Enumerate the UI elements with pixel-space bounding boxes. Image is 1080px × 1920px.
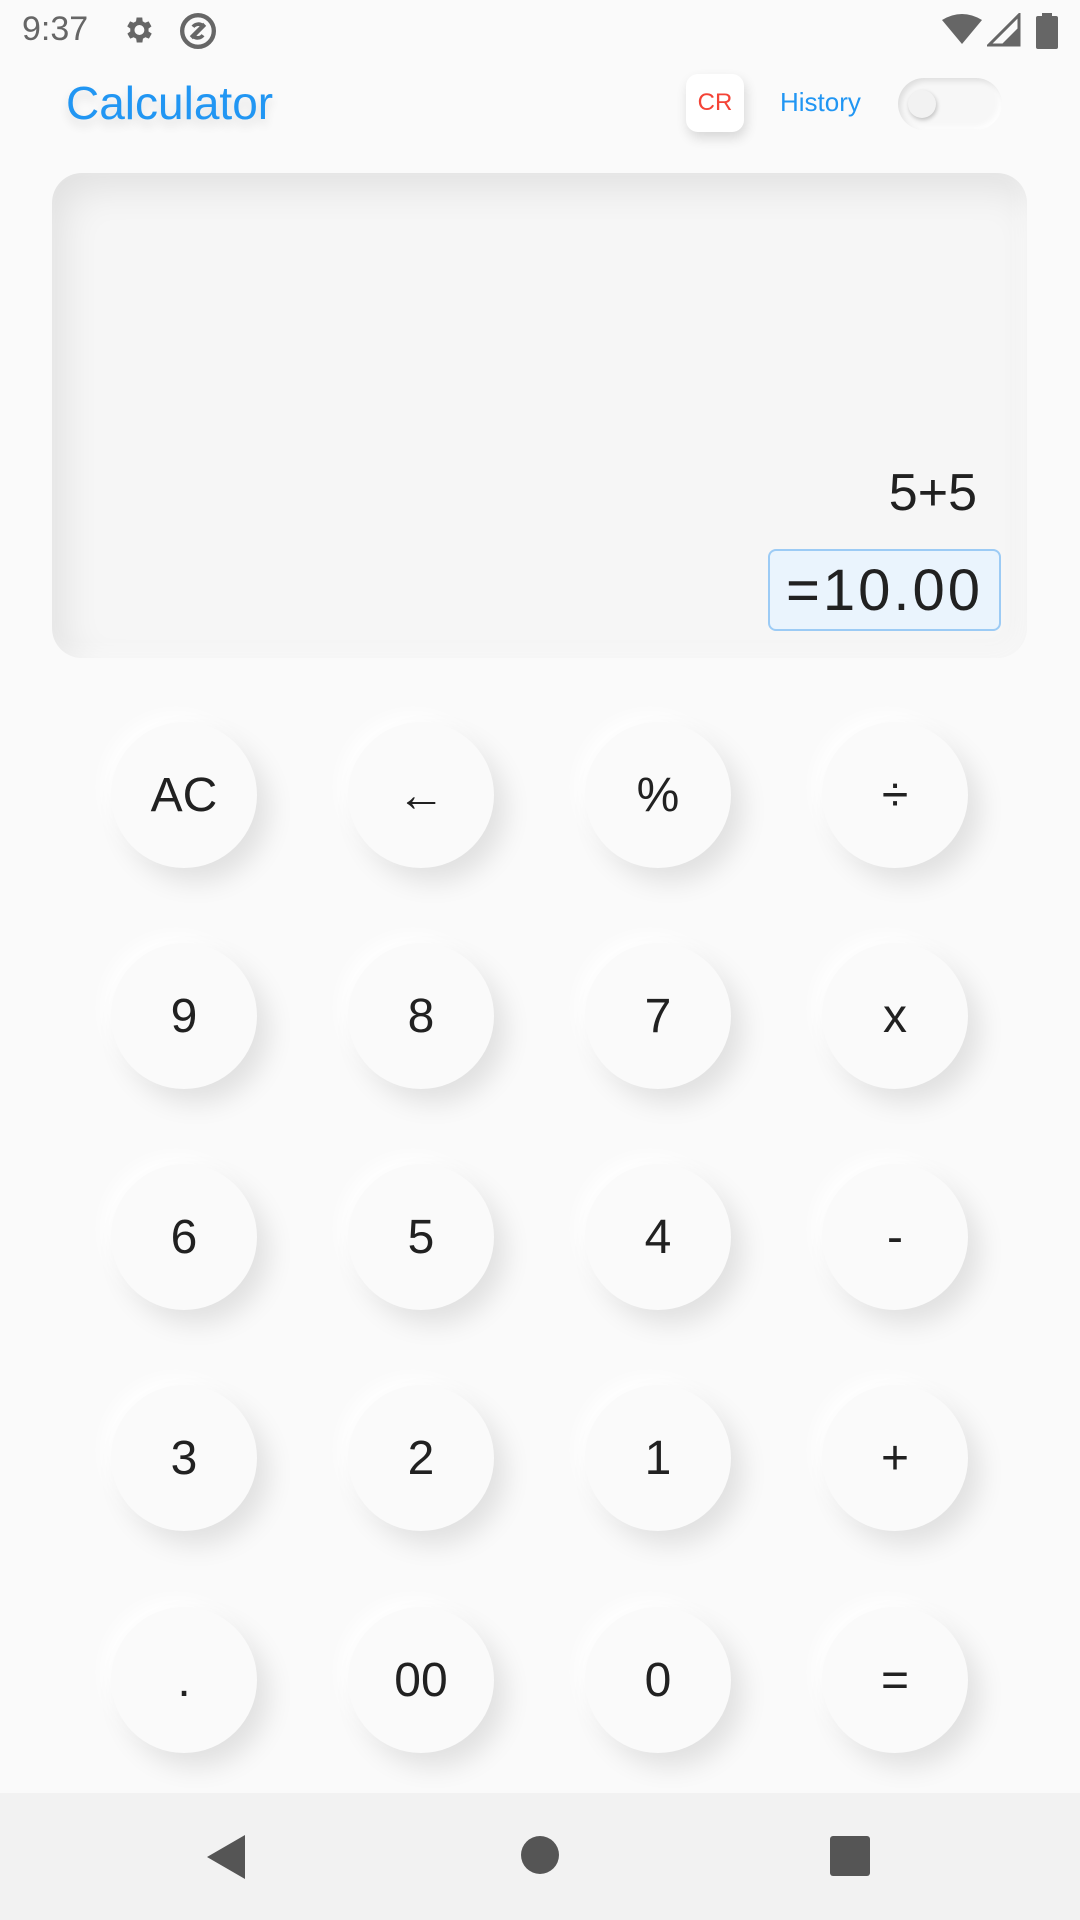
app-title: Calculator [66,77,274,129]
history-toggle-knob [908,90,936,118]
key-label: % [636,768,680,822]
status-bar: 9:37 [0,0,1080,62]
key-label: 00 [394,1653,448,1707]
calculator-screen: 9:37 Calculator CR History 5+5 = 10.00 AC… [0,0,1080,1920]
key-1[interactable]: 1 [585,1385,731,1531]
history-label: History [780,87,861,117]
result-text: =10.00 [767,549,1001,631]
key-label: = [880,1653,910,1707]
key-minus[interactable]: - [822,1164,968,1310]
status-time: 9:37 [22,10,89,48]
key-8[interactable]: 8 [348,943,494,1089]
key-2[interactable]: 2 [348,1385,494,1531]
key-backspace[interactable]: ← [348,722,494,868]
key-6[interactable]: 6 [111,1164,257,1310]
wifi-icon [942,14,982,44]
key-double-zero[interactable]: 00 [348,1607,494,1753]
recents-icon[interactable] [830,1836,870,1876]
key-label: ÷ [881,768,909,822]
key-label: 7 [644,989,672,1043]
key-clear[interactable]: AC [111,722,257,868]
key-label: 3 [170,1431,198,1485]
display-panel: 5+5 =10.00 [52,173,1027,658]
key-5[interactable]: 5 [348,1164,494,1310]
signal-icon [987,13,1021,47]
key-label: . [177,1653,191,1707]
key-label: 6 [170,1210,198,1264]
key-4[interactable]: 4 [585,1164,731,1310]
key-label: 0 [644,1653,672,1707]
key-decimal[interactable]: . [111,1607,257,1753]
key-label: 5 [407,1210,435,1264]
key-label: 1 [644,1431,672,1485]
key-label: + [880,1431,910,1485]
navigation-bar [0,1793,1080,1920]
home-icon[interactable] [520,1835,560,1875]
key-plus[interactable]: + [822,1385,968,1531]
key-7[interactable]: 7 [585,943,731,1089]
key-divide[interactable]: ÷ [822,722,968,868]
history-toggle[interactable] [898,78,1002,130]
no-sync-icon [180,13,216,49]
key-label: x [883,989,907,1043]
gear-icon [127,17,152,43]
battery-icon [1036,13,1058,49]
key-label: - [887,1210,903,1264]
key-label: 9 [170,989,198,1043]
expression-text: 5+5 [888,464,977,522]
key-label: 2 [407,1431,435,1485]
key-multiply[interactable]: x [822,943,968,1089]
key-percent[interactable]: % [585,722,731,868]
cr-button[interactable]: CR [686,74,744,132]
key-label: AC [150,768,218,822]
key-equals[interactable]: = [822,1607,968,1753]
back-icon[interactable] [205,1833,247,1881]
key-0[interactable]: 0 [585,1607,731,1753]
key-label: ← [397,768,445,822]
key-label: 8 [407,989,435,1043]
key-9[interactable]: 9 [111,943,257,1089]
cr-button-label: CR [697,89,733,116]
key-3[interactable]: 3 [111,1385,257,1531]
key-label: 4 [644,1210,672,1264]
